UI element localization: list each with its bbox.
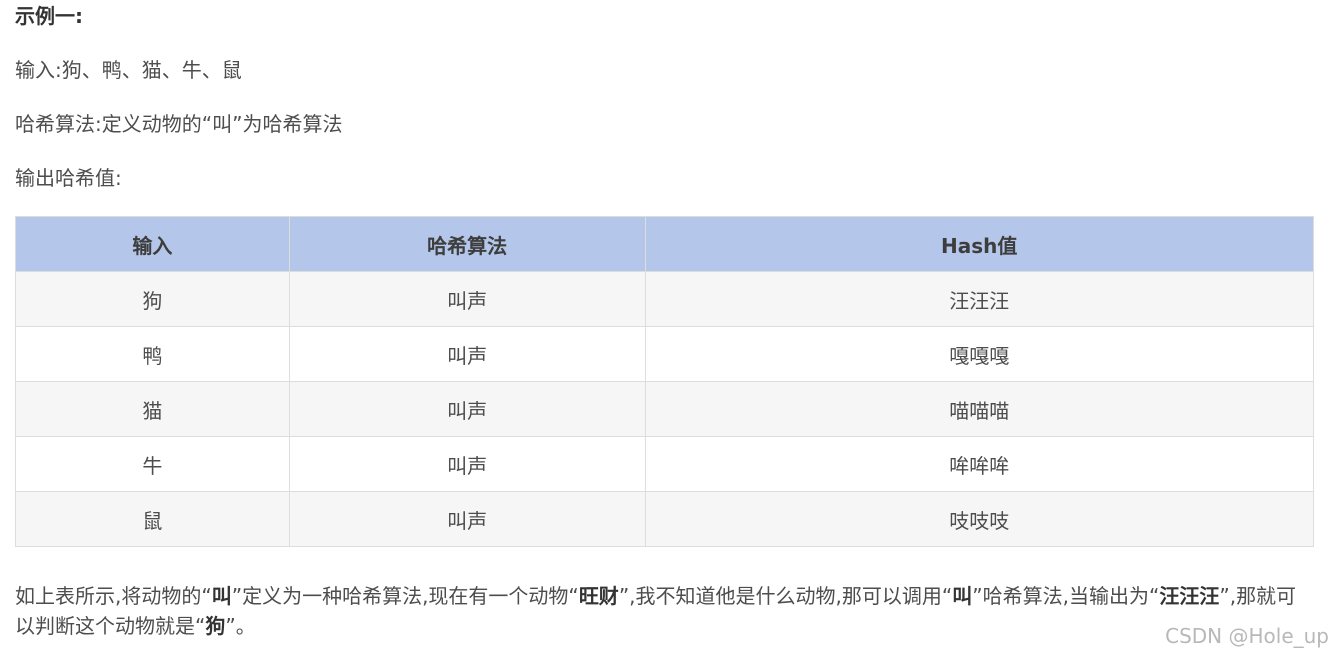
conclusion-bold: 叫 <box>952 584 973 608</box>
conclusion-bold: 旺财 <box>578 584 619 608</box>
algorithm-line: 哈希算法:定义动物的“叫”为哈希算法 <box>15 112 343 136</box>
cell-input: 狗 <box>15 271 290 327</box>
input-line: 输入:狗、鸭、猫、牛、鼠 <box>15 58 242 82</box>
header-algorithm: 哈希算法 <box>288 216 646 272</box>
cell-hash-value: 吱吱吱 <box>644 491 1314 547</box>
table-row: 鼠 叫声 吱吱吱 <box>15 491 1314 547</box>
hash-table: 输入 哈希算法 Hash值 狗 叫声 汪汪汪 鸭 叫声 嘎嘎嘎 猫 叫声 喵喵喵 <box>15 216 1314 547</box>
header-input: 输入 <box>15 216 290 272</box>
output-line: 输出哈希值: <box>15 166 122 190</box>
table-row: 鸭 叫声 嘎嘎嘎 <box>15 326 1314 382</box>
table-row: 狗 叫声 汪汪汪 <box>15 271 1314 327</box>
csdn-watermark: CSDN @Hole_up <box>1165 624 1329 648</box>
cell-algorithm: 叫声 <box>288 381 646 437</box>
example-heading: 示例一: <box>15 4 83 28</box>
conclusion-bold: 叫 <box>211 584 232 608</box>
conclusion-text: 如上表所示,将动物的“ <box>15 584 212 608</box>
cell-algorithm: 叫声 <box>288 271 646 327</box>
cell-hash-value: 喵喵喵 <box>644 381 1314 437</box>
cell-input: 鼠 <box>15 491 290 547</box>
conclusion-bold: 狗 <box>205 614 226 638</box>
cell-hash-value: 哞哞哞 <box>644 436 1314 492</box>
conclusion-text: ”。 <box>225 614 256 638</box>
conclusion-bold: 汪汪汪 <box>1159 584 1220 608</box>
table-row: 猫 叫声 喵喵喵 <box>15 381 1314 437</box>
cell-algorithm: 叫声 <box>288 326 646 382</box>
cell-hash-value: 汪汪汪 <box>644 271 1314 327</box>
cell-input: 鸭 <box>15 326 290 382</box>
cell-algorithm: 叫声 <box>288 491 646 547</box>
conclusion-text: ”,我不知道他是什么动物,那可以调用“ <box>618 584 953 608</box>
conclusion-text: ”定义为一种哈希算法,现在有一个动物“ <box>231 584 579 608</box>
cell-hash-value: 嘎嘎嘎 <box>644 326 1314 382</box>
conclusion-paragraph: 如上表所示,将动物的“叫”定义为一种哈希算法,现在有一个动物“旺财”,我不知道他… <box>15 581 1315 641</box>
header-hash-value: Hash值 <box>644 216 1314 272</box>
cell-input: 牛 <box>15 436 290 492</box>
conclusion-text: ”哈希算法,当输出为“ <box>972 584 1160 608</box>
cell-input: 猫 <box>15 381 290 437</box>
table-header-row: 输入 哈希算法 Hash值 <box>15 216 1314 272</box>
table-row: 牛 叫声 哞哞哞 <box>15 436 1314 492</box>
cell-algorithm: 叫声 <box>288 436 646 492</box>
